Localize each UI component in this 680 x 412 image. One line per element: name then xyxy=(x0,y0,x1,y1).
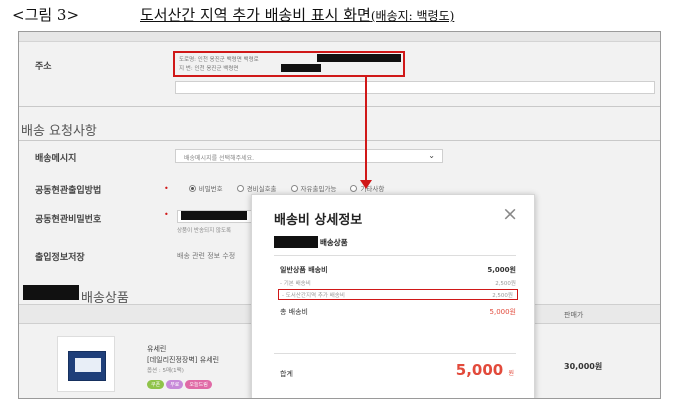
close-icon[interactable]: × xyxy=(502,205,518,224)
figure-title: 도서산간 지역 추가 배송비 표시 화면(배송지: 백령도) xyxy=(140,6,455,24)
divider xyxy=(19,106,660,107)
sum-label: 합계 xyxy=(280,370,293,378)
product-box xyxy=(68,351,106,381)
product-name: [데일리진정장벽] 유세린 xyxy=(147,356,220,364)
address-label: 주소 xyxy=(35,62,52,72)
chevron-down-icon: ⌄ xyxy=(428,151,435,160)
figure-caption: <그림 3> 도서산간 지역 추가 배송비 표시 화면(배송지: 백령도) xyxy=(12,4,454,25)
delivery-message-label: 배송메시지 xyxy=(35,154,77,164)
address-detail-input[interactable] xyxy=(175,81,655,94)
entrance-method-label: 공동현관출입방법 xyxy=(35,186,102,196)
required-mark: • xyxy=(164,183,169,193)
radio-free-access[interactable]: 자유출입가능 xyxy=(290,183,336,193)
product-image[interactable] xyxy=(57,336,115,392)
general-shipping-row: 일반상품 배송비 5,000원 xyxy=(280,266,516,274)
radio-icon xyxy=(350,184,358,192)
delivery-message-placeholder: 배송메시지를 선택해주세요. xyxy=(184,155,255,162)
divider xyxy=(274,353,516,354)
radio-guard-call[interactable]: 경비실호출 xyxy=(236,183,277,193)
delivery-message-select[interactable]: 배송메시지를 선택해주세요. ⌄ xyxy=(175,149,443,163)
figure-number: <그림 3> xyxy=(12,6,80,24)
divider xyxy=(274,255,516,256)
redaction-mask xyxy=(281,64,321,72)
sale-price-header: 판매가 xyxy=(564,311,584,319)
product-option: 옵션 : 5매(1팩) xyxy=(147,368,184,374)
sum-value: 5,000 원 xyxy=(455,361,514,379)
product-brand: 유세린 xyxy=(147,345,167,353)
tag-badge: 무료 xyxy=(166,380,184,389)
modal-section-title: 배송상품 xyxy=(274,236,348,248)
callout-arrow-line xyxy=(365,77,367,181)
callout-arrow-head xyxy=(360,180,372,189)
radio-icon xyxy=(236,184,244,192)
save-entrance-label: 출입정보저장 xyxy=(35,253,85,263)
entrance-method-options: • 비밀번호 경비실호출 자유출입가능 기타사항 xyxy=(164,183,384,194)
required-mark: • xyxy=(164,210,169,219)
modal-title: 배송비 상세정보 xyxy=(274,213,363,228)
base-shipping-row: - 기본 배송비 2,500원 xyxy=(280,281,516,287)
redaction-mask xyxy=(23,285,79,300)
redaction-mask xyxy=(317,54,401,62)
checkout-screenshot: 주소 도로명: 인천 옹진군 백령면 백령로 지 번: 인천 옹진군 백령면 배… xyxy=(18,31,661,399)
tag-badge: 쿠폰 xyxy=(147,380,165,389)
top-bar xyxy=(19,32,660,42)
redaction-mask xyxy=(181,211,247,220)
total-shipping-row: 총 배송비 5,000원 xyxy=(280,308,516,316)
product-tags: 쿠폰 무료 오늘드림 xyxy=(147,380,212,389)
remote-area-fee-row: - 도서산간지역 추가 배송비 2,500원 xyxy=(278,289,518,300)
radio-icon xyxy=(290,184,298,192)
radio-password[interactable]: 비밀번호 xyxy=(188,183,223,193)
divider xyxy=(19,140,660,141)
shipping-fee-modal: 배송비 상세정보 × 배송상품 일반상품 배송비 5,000원 - 기본 배송비 2… xyxy=(251,194,535,398)
section-title-delivery-request: 배송 요청사항 xyxy=(21,124,97,139)
entrance-hint-text: 상품이 반송되지 않도록 xyxy=(177,228,232,234)
product-info: 유세린 [데일리진정장벽] 유세린 옵션 : 5매(1팩) xyxy=(147,344,219,377)
save-entrance-text: 배송 관련 정보 수정 xyxy=(177,252,236,260)
product-price: 30,000원 xyxy=(564,362,603,371)
tag-badge: 오늘드림 xyxy=(185,380,212,389)
radio-icon xyxy=(188,184,196,192)
entrance-password-label: 공동현관비밀번호 xyxy=(35,215,102,225)
redaction-mask xyxy=(274,236,318,248)
